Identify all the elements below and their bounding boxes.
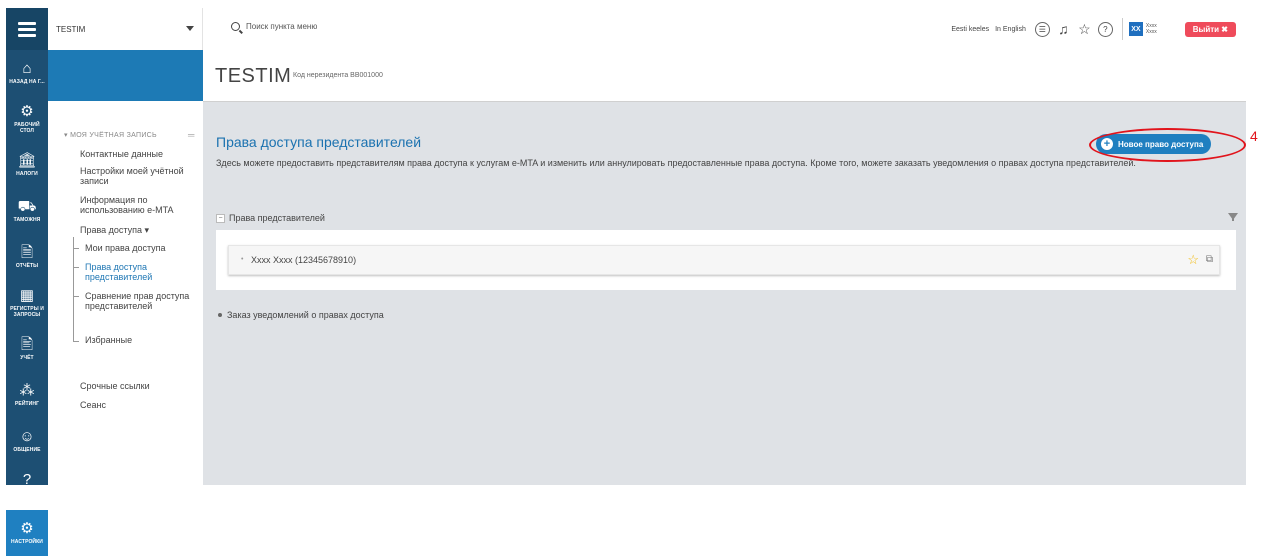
nav-item-usage-info[interactable]: Информация по использованию e-MTA	[80, 195, 198, 215]
customs-icon: ⛟	[17, 198, 37, 215]
page-title: TESTIM	[215, 65, 292, 87]
filter-icon[interactable]	[1228, 213, 1238, 221]
taxes-icon: 🏛	[17, 152, 37, 169]
rail-item-label: ЦЕНТР ПОМОЩИ	[14, 490, 40, 502]
nav-item-contacts[interactable]: Контактные данные	[80, 149, 163, 159]
favorite-star-icon[interactable]: ☆	[1187, 252, 1199, 268]
nav-section-account[interactable]: ▾ МОЯ УЧЁТНАЯ ЗАПИСЬ	[64, 131, 157, 139]
menu-button[interactable]	[6, 8, 48, 50]
rail-item-label: РЕЙТИНГ	[14, 401, 40, 407]
collapse-toggle-icon: −	[216, 213, 225, 223]
company-selector[interactable]: TESTIM	[48, 8, 203, 50]
help-icon[interactable]: ?	[1097, 21, 1113, 37]
rating-icon: ⁂	[19, 382, 35, 399]
representatives-panel: • Xxxx Xxxx (12345678910) ☆ ⧉	[216, 230, 1236, 290]
rail-item-label: ОТЧЁТЫ	[15, 263, 39, 269]
notifications-section-label: Заказ уведомлений о правах доступа	[227, 310, 384, 320]
user-last-name: Xxxx	[1145, 29, 1157, 35]
rail-item-reports[interactable]: 🗎 ОТЧЁТЫ	[6, 234, 48, 280]
nonresident-code: Код нерезидента BB001000	[293, 72, 383, 79]
rail-item-label: НАЗАД НА Г...	[9, 79, 45, 85]
communication-icon: ☺	[19, 428, 35, 445]
rail-item-label: РЕГИСТРЫ И ЗАПРОСЫ	[10, 306, 44, 318]
rail-item-label: УЧЁТ	[20, 355, 34, 361]
top-bar: TESTIM Поиск пункта меню Eesti keeles In…	[48, 8, 1246, 51]
notifications-section-header[interactable]: Заказ уведомлений о правах доступа	[216, 310, 384, 320]
subheader-left-block	[48, 50, 203, 101]
rail-item-customs[interactable]: ⛟ ТАМОЖНЯ	[6, 188, 48, 234]
star-icon[interactable]: ☆	[1077, 21, 1092, 37]
tree-line	[73, 237, 74, 341]
search-icon	[231, 22, 240, 31]
accounting-icon: 🖹	[20, 336, 34, 353]
left-icon-rail: ⌂ НАЗАД НА Г... ⚙ РАБОЧИЙ СТОЛ 🏛 НАЛОГИ ⛟ ТАМОЖ…	[6, 8, 48, 556]
rail-item-communication[interactable]: ☺ ОБЩЕНИЕ	[6, 418, 48, 464]
avatar[interactable]: XX	[1128, 22, 1143, 36]
chevron-down-icon: ▾	[144, 225, 150, 235]
nav-item-quick-links[interactable]: Срочные ссылки	[80, 381, 150, 391]
bell-icon[interactable]: ♫	[1056, 21, 1071, 37]
annotation-number: 4	[1250, 128, 1258, 144]
tree-branch	[73, 248, 79, 249]
representatives-section-header[interactable]: − Права представителей	[216, 213, 325, 223]
desktop-icon: ⚙	[20, 103, 34, 120]
logout-button[interactable]: Выйти ✖	[1184, 21, 1236, 37]
chevron-down-icon	[186, 26, 194, 31]
menu-search[interactable]: Поиск пункта меню	[231, 22, 317, 31]
user-name[interactable]: Xxxx Xxxx	[1146, 23, 1157, 35]
tree-branch	[73, 341, 79, 342]
subheader: TESTIM Код нерезидента BB001000	[203, 50, 1246, 102]
rail-item-rating[interactable]: ⁂ РЕЙТИНГ	[6, 372, 48, 418]
copy-icon[interactable]: ⧉	[1206, 254, 1213, 265]
left-navigation: ▾ МОЯ УЧЁТНАЯ ЗАПИСЬ ═ Контактные данные…	[48, 101, 203, 485]
nav-item-my-rights[interactable]: Мои права доступа	[85, 243, 166, 253]
messages-icon[interactable]: ☰	[1034, 21, 1050, 37]
rail-item-registers[interactable]: ▦ РЕГИСТРЫ И ЗАПРОСЫ	[6, 280, 48, 326]
nav-item-account-settings[interactable]: Настройки моей учётной записи	[80, 166, 198, 186]
nav-section-label: МОЯ УЧЁТНАЯ ЗАПИСЬ	[70, 132, 157, 139]
nav-item-access-rights[interactable]: Права доступа ▾	[80, 225, 149, 235]
rail-item-label: ТАМОЖНЯ	[13, 217, 41, 223]
expand-icon	[218, 313, 222, 317]
nav-item-favorites[interactable]: Избранные	[85, 335, 132, 345]
expand-icon[interactable]: •	[241, 256, 243, 263]
tree-branch	[73, 296, 79, 297]
rail-item-home[interactable]: ⌂ НАЗАД НА Г...	[6, 50, 48, 96]
representatives-section-label: Права представителей	[229, 213, 325, 223]
rail-item-label: РАБОЧИЙ СТОЛ	[14, 122, 40, 134]
representative-name: Xxxx Xxxx (12345678910)	[251, 255, 357, 265]
rail-item-accounting[interactable]: 🖹 УЧЁТ	[6, 326, 48, 372]
settings-icon: ⚙	[20, 520, 34, 537]
rail-item-label: НАСТРОЙКИ	[11, 539, 43, 545]
nav-item-representative-rights[interactable]: Права доступа представителей	[85, 262, 185, 282]
rail-item-label: НАЛОГИ	[16, 171, 38, 177]
language-english-link[interactable]: In English	[995, 26, 1026, 33]
divider	[1121, 18, 1123, 40]
annotation-ring	[1089, 128, 1246, 162]
app-window: ⌂ НАЗАД НА Г... ⚙ РАБОЧИЙ СТОЛ 🏛 НАЛОГИ ⛟ ТАМОЖ…	[6, 8, 1246, 556]
reports-icon: 🗎	[20, 244, 34, 261]
rail-item-desktop[interactable]: ⚙ РАБОЧИЙ СТОЛ	[6, 96, 48, 142]
page-description: Здесь можете предоставить представителям…	[216, 158, 1136, 168]
tree-branch	[73, 267, 79, 268]
rail-item-settings[interactable]: ⚙ НАСТРОЙКИ	[6, 510, 48, 556]
search-placeholder: Поиск пункта меню	[246, 22, 318, 31]
nav-item-session[interactable]: Сеанс	[80, 400, 106, 410]
list-item[interactable]: • Xxxx Xxxx (12345678910) ☆ ⧉	[228, 245, 1220, 275]
nav-item-access-rights-label: Права доступа	[80, 225, 143, 235]
hamburger-icon	[18, 19, 36, 40]
main-content: Права доступа представителей + Новое пра…	[203, 101, 1246, 485]
language-estonian-link[interactable]: Eesti keeles	[951, 26, 989, 33]
rail-item-help-center[interactable]: ? ЦЕНТР ПОМОЩИ	[6, 464, 48, 510]
home-icon: ⌂	[22, 60, 32, 77]
collapse-icon[interactable]: ═	[188, 130, 194, 140]
rail-item-label: ОБЩЕНИЕ	[13, 447, 41, 453]
help-center-icon: ?	[22, 471, 32, 488]
registers-icon: ▦	[19, 287, 35, 304]
nav-item-compare-rights[interactable]: Сравнение прав доступа представителей	[85, 291, 200, 311]
company-name: TESTIM	[56, 24, 86, 34]
section-title: Права доступа представителей	[216, 134, 422, 150]
rail-item-taxes[interactable]: 🏛 НАЛОГИ	[6, 142, 48, 188]
